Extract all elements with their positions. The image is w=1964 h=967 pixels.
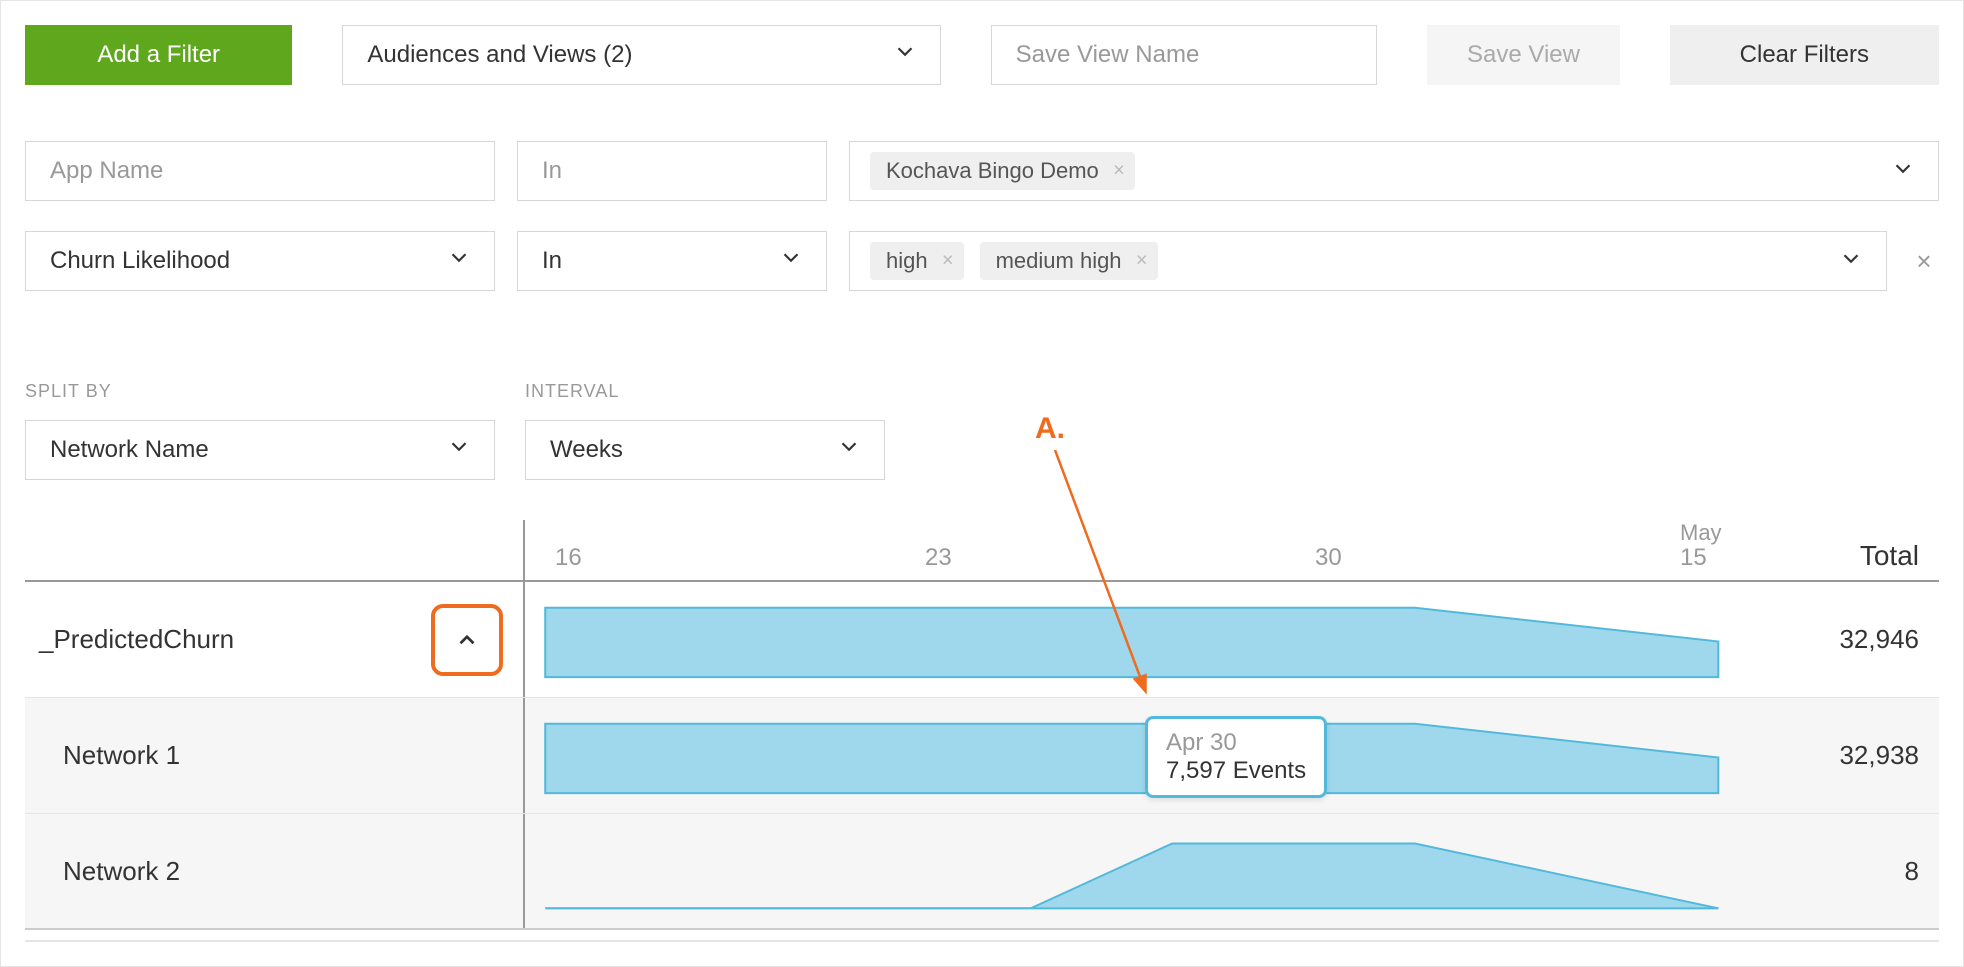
- split-by-select[interactable]: Network Name: [25, 420, 495, 480]
- row-name-cell: _PredictedChurn: [25, 582, 525, 697]
- footer-divider: [25, 940, 1939, 942]
- chart-tooltip: Apr 30 7,597 Events: [1145, 716, 1327, 798]
- save-view-placeholder: Save View Name: [1016, 41, 1200, 69]
- sparkline[interactable]: Apr 30 7,597 Events: [525, 698, 1779, 813]
- remove-filter-button[interactable]: ×: [1909, 246, 1939, 277]
- interval-select[interactable]: Weeks: [525, 420, 885, 480]
- row-total: 8: [1779, 856, 1939, 887]
- interval-value: Weeks: [550, 436, 623, 464]
- remove-tag-icon[interactable]: ×: [1136, 250, 1148, 273]
- collapse-toggle[interactable]: [431, 604, 503, 676]
- filter-values-box[interactable]: high × medium high ×: [849, 231, 1887, 291]
- filter-tag[interactable]: high ×: [870, 242, 964, 280]
- axis-tick: 15: [1680, 544, 1707, 572]
- row-total: 32,946: [1779, 624, 1939, 655]
- filter-tag-label: medium high: [996, 248, 1122, 273]
- row-name-cell: Network 1: [25, 698, 525, 813]
- audiences-select[interactable]: Audiences and Views (2): [342, 25, 940, 85]
- chevron-down-icon: [446, 434, 472, 467]
- add-filter-button[interactable]: Add a Filter: [25, 25, 292, 85]
- annotation-arrow: [1045, 450, 1175, 700]
- filter-field-label: App Name: [50, 157, 163, 185]
- row-name-cell: Network 2: [25, 814, 525, 928]
- clear-filters-button[interactable]: Clear Filters: [1670, 25, 1939, 85]
- filter-tag-label: Kochava Bingo Demo: [886, 158, 1099, 183]
- save-view-name-input[interactable]: Save View Name: [991, 25, 1378, 85]
- chevron-down-icon: [892, 39, 918, 72]
- sparkline[interactable]: [525, 814, 1779, 928]
- interval-label: INTERVAL: [525, 381, 885, 402]
- row-name: Network 1: [63, 740, 180, 771]
- row-header-blank: [25, 520, 525, 580]
- filter-tag[interactable]: medium high ×: [980, 242, 1158, 280]
- filter-values-box[interactable]: Kochava Bingo Demo ×: [849, 141, 1939, 201]
- axis-tick: 30: [1315, 544, 1342, 572]
- axis-tick: 23: [925, 544, 952, 572]
- filter-field-select[interactable]: App Name: [25, 141, 495, 201]
- filter-op-select[interactable]: In: [517, 141, 827, 201]
- filter-op-label: In: [542, 157, 562, 185]
- chevron-down-icon: [1838, 246, 1864, 277]
- split-by-value: Network Name: [50, 436, 209, 464]
- save-view-button[interactable]: Save View: [1427, 25, 1619, 85]
- audiences-label: Audiences and Views (2): [367, 41, 632, 69]
- remove-tag-icon[interactable]: ×: [1113, 160, 1125, 183]
- row-total: 32,938: [1779, 740, 1939, 771]
- metric-row: Network 2 8: [25, 814, 1939, 930]
- metric-row: Network 1 Apr 30 7,597 Events 32,938: [25, 698, 1939, 814]
- filter-row: App Name In Kochava Bingo Demo ×: [25, 141, 1939, 201]
- filter-tag-label: high: [886, 248, 928, 273]
- filter-field-label: Churn Likelihood: [50, 247, 230, 275]
- filter-field-select[interactable]: Churn Likelihood: [25, 231, 495, 291]
- chevron-down-icon: [1890, 156, 1916, 187]
- chevron-down-icon: [836, 434, 862, 467]
- row-name: Network 2: [63, 856, 180, 887]
- row-name: _PredictedChurn: [39, 624, 234, 655]
- chevron-up-icon: [454, 627, 480, 653]
- chevron-down-icon: [446, 245, 472, 278]
- metric-row: _PredictedChurn 32,946: [25, 582, 1939, 698]
- axis-month: May: [1680, 520, 1722, 546]
- annotation-label: A.: [1035, 412, 1065, 446]
- split-by-label: SPLIT BY: [25, 381, 495, 402]
- filter-tag[interactable]: Kochava Bingo Demo ×: [870, 152, 1135, 190]
- total-header: Total: [1779, 540, 1939, 580]
- filter-row: Churn Likelihood In high × medium high: [25, 231, 1939, 291]
- tooltip-events: 7,597 Events: [1166, 757, 1306, 784]
- filter-op-select[interactable]: In: [517, 231, 827, 291]
- tooltip-date: Apr 30: [1166, 729, 1237, 756]
- filter-op-label: In: [542, 247, 562, 275]
- chevron-down-icon: [778, 245, 804, 278]
- remove-tag-icon[interactable]: ×: [942, 250, 954, 273]
- axis-tick: 16: [555, 544, 582, 572]
